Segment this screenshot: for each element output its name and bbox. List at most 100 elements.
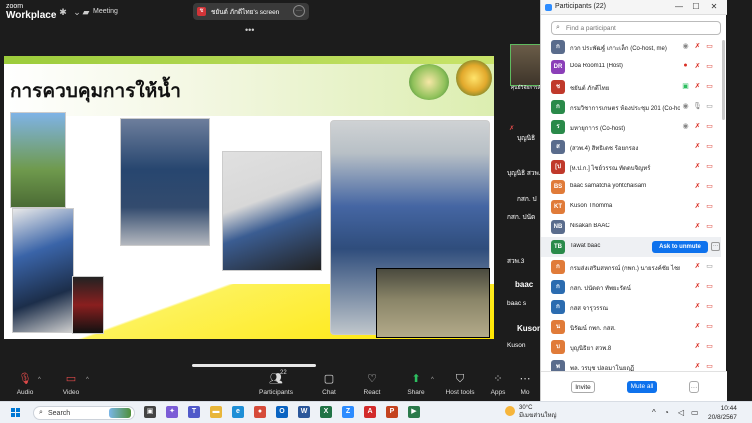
participant-name: Nisakan BAAC xyxy=(570,223,610,229)
video-off-icon: ▭ xyxy=(706,223,713,230)
participant-row[interactable]: [ป [ห.ป.ก.] ไชย์วรรณ ทัดดบจิญทร์ ✗ ▭ xyxy=(541,157,721,177)
participant-row[interactable]: ช ชยันต์ ภักดีไทย ▣ ✗ ▭ xyxy=(541,77,721,97)
mic-on-icon: 🎙︎ xyxy=(693,103,702,110)
bell-icon[interactable]: ✱ xyxy=(58,7,68,17)
mic-muted-icon: ✗ xyxy=(694,203,701,210)
react-button[interactable]: ♡ React xyxy=(348,373,396,396)
participant-name: กสก. ปนัดดา ทัพยะรัตน์ xyxy=(570,286,631,292)
participant-row[interactable]: ร มหายุกาาร (Co-host) ◉ ✗ ▭ xyxy=(541,117,721,137)
participant-row[interactable]: BS baac samatcha yohtchaisarn ✗ ▭ xyxy=(541,177,721,197)
chevron-up-icon[interactable]: ^ xyxy=(431,377,434,383)
video-off-icon: ▭ xyxy=(706,123,713,130)
chrome-icon[interactable]: ● xyxy=(254,406,266,418)
participant-row[interactable]: ก กสก. ปนัดดา ทัพยะรัตน์ ✗ ▭ xyxy=(541,277,721,297)
meeting-icon[interactable]: ▰ xyxy=(81,7,91,17)
participants-count: 22 xyxy=(280,370,287,376)
chevron-up-icon[interactable]: ^ xyxy=(86,377,89,383)
edge-icon[interactable]: e xyxy=(232,406,244,418)
avatar: [ป xyxy=(551,160,565,174)
acrobat-icon[interactable]: A xyxy=(364,406,376,418)
more-options-button[interactable]: ··· xyxy=(689,381,699,393)
mic-muted-icon: ✗ xyxy=(694,223,701,230)
mic-muted-icon: ✗ xyxy=(694,63,701,70)
mic-muted-icon: 🎙︎ xyxy=(18,373,32,385)
audio-button[interactable]: 🎙︎ Audio xyxy=(1,373,49,396)
participant-tiles: ศุนย์วิจัยการสั… ✗ บุญนิธิ บุญนิธิ สวพ.8… xyxy=(499,40,546,360)
volume-icon[interactable]: ◁ xyxy=(678,408,684,417)
battery-icon[interactable]: ▭ xyxy=(691,408,699,417)
search-input[interactable] xyxy=(566,23,716,33)
chevron-up-icon[interactable]: ^ xyxy=(38,377,41,383)
participant-name: ชยันต์ ภักดีไทย xyxy=(570,86,610,92)
mic-muted-icon: ✗ xyxy=(694,363,701,370)
ask-to-unmute-button[interactable]: Ask to unmute xyxy=(652,241,708,253)
close-icon[interactable]: ✕ xyxy=(709,2,719,11)
participant-row[interactable]: ส (สวพ.4) สิทธิเดช ร้อยกรอง ✗ ▭ xyxy=(541,137,721,157)
participant-row[interactable]: KT Kuson Thomma ✗ ▭ xyxy=(541,197,721,217)
mic-muted-icon: ✗ xyxy=(694,343,701,350)
avatar: ก xyxy=(551,100,565,114)
participant-row[interactable]: TB Tawat baac Ask to unmute ··· xyxy=(541,237,721,257)
mic-muted-icon: ✗ xyxy=(694,83,701,90)
invite-button[interactable]: Invite xyxy=(571,381,595,393)
outlook-icon[interactable]: O xyxy=(276,406,288,418)
mic-muted-icon: ✗ xyxy=(694,163,701,170)
taskbar-search[interactable]: ⌕ Search xyxy=(33,406,135,420)
participant-row[interactable]: พพล. วรบุช ปลอมาโนยฤฏี ✗ ▭ xyxy=(541,357,721,371)
participants-icon: 👥︎ xyxy=(269,373,283,385)
copilot-icon[interactable]: ✦ xyxy=(166,406,178,418)
excel-icon[interactable]: X xyxy=(320,406,332,418)
mic-muted-icon: ✗ xyxy=(694,283,701,290)
wifi-icon[interactable]: ◔ xyxy=(664,408,669,417)
participant-row[interactable]: ก กวก ประพัฒฐ์ เกาะเล็ก (Co-host, me) ◉ ✗ ▭ xyxy=(541,37,721,57)
meeting-tab[interactable]: Meeting xyxy=(93,8,118,15)
video-off-icon: ▭ xyxy=(706,203,713,210)
meeting-room-video[interactable] xyxy=(376,268,490,338)
task-view-icon[interactable]: ▣ xyxy=(144,406,156,418)
participant-search[interactable]: ⌕ xyxy=(551,21,721,35)
slide-scrollbar[interactable] xyxy=(192,364,316,367)
participants-button[interactable]: 👥︎ Participants xyxy=(252,373,300,396)
controller-box-photo xyxy=(12,208,74,333)
screen-share-banner[interactable]: ช ชยันต์ ภักดีไทย's screen ··· xyxy=(193,3,309,20)
mute-all-button[interactable]: Mute all xyxy=(627,381,657,393)
chevron-up-icon[interactable]: ^ xyxy=(652,408,656,417)
minimize-icon[interactable]: — xyxy=(674,2,684,11)
video-off-icon: ▭ xyxy=(706,343,713,350)
weather-icon xyxy=(505,406,515,416)
participant-row[interactable]: NB Nisakan BAAC ✗ ▭ xyxy=(541,217,721,237)
slide-title: การควบคุมการให้น้ำ xyxy=(10,81,181,102)
view-options-icon[interactable]: ••• xyxy=(245,25,254,35)
zoom-meeting-window: zoom Workplace ✱ ⌄ ▰ Meeting ช ชยันต์ ภั… xyxy=(0,0,752,401)
powerpoint-icon[interactable]: P xyxy=(386,406,398,418)
participant-row[interactable]: ก กสส จารุวรรณ ✗ ▭ xyxy=(541,297,721,317)
panel-scrollbar[interactable] xyxy=(722,40,725,120)
tile-label: Kuson xyxy=(507,342,526,349)
weather-widget[interactable]: 30°C มีเมฆส่วนใหญ่ xyxy=(505,404,557,420)
tile-label: บุญนิธิ สวพ.8 xyxy=(507,170,543,177)
teams-icon[interactable]: T xyxy=(188,406,200,418)
panel-footer: Invite Mute all ··· xyxy=(541,371,727,401)
more-icon: ⋯ xyxy=(519,373,531,385)
chat-button[interactable]: ▢ Chat xyxy=(305,373,353,396)
participant-row[interactable]: DR Doa Room11 (Host) ● ✗ ▭ xyxy=(541,57,721,77)
windows-start-icon[interactable] xyxy=(11,408,21,418)
more-icon[interactable]: ··· xyxy=(293,5,305,17)
participant-row[interactable]: น นิรัฒน์ กพก. กสส. ✗ ▭ xyxy=(541,317,721,337)
word-icon[interactable]: W xyxy=(298,406,310,418)
record-icon: ● xyxy=(683,62,688,69)
participant-row[interactable]: ก กรมส่งเสริมสหกรณ์ (กพก.) นายรงค์ชัย ไชย… xyxy=(541,257,721,277)
more-button[interactable]: ⋯ Mo xyxy=(508,373,542,396)
avatar: DR xyxy=(551,60,565,74)
clock[interactable]: 10:44 20/8/2567 xyxy=(708,404,737,422)
mic-muted-icon: ✗ xyxy=(694,43,701,50)
file-explorer-icon[interactable]: ▬ xyxy=(210,406,222,418)
maximize-icon[interactable]: ☐ xyxy=(691,2,701,11)
participant-row[interactable]: ก กรมวิชาการเกษตร ห้องประชุม 201 (Co-host… xyxy=(541,97,721,117)
more-icon[interactable]: ··· xyxy=(711,242,720,251)
participant-row[interactable]: บ บุญนิธิยา สวพ.8 ✗ ▭ xyxy=(541,337,721,357)
media-icon[interactable]: ▶ xyxy=(408,406,420,418)
zoom-icon[interactable]: Z xyxy=(342,406,354,418)
panel-title-bar: Participants (22) — ☐ ✕ xyxy=(541,0,727,15)
video-off-icon: ▭ xyxy=(706,83,713,90)
